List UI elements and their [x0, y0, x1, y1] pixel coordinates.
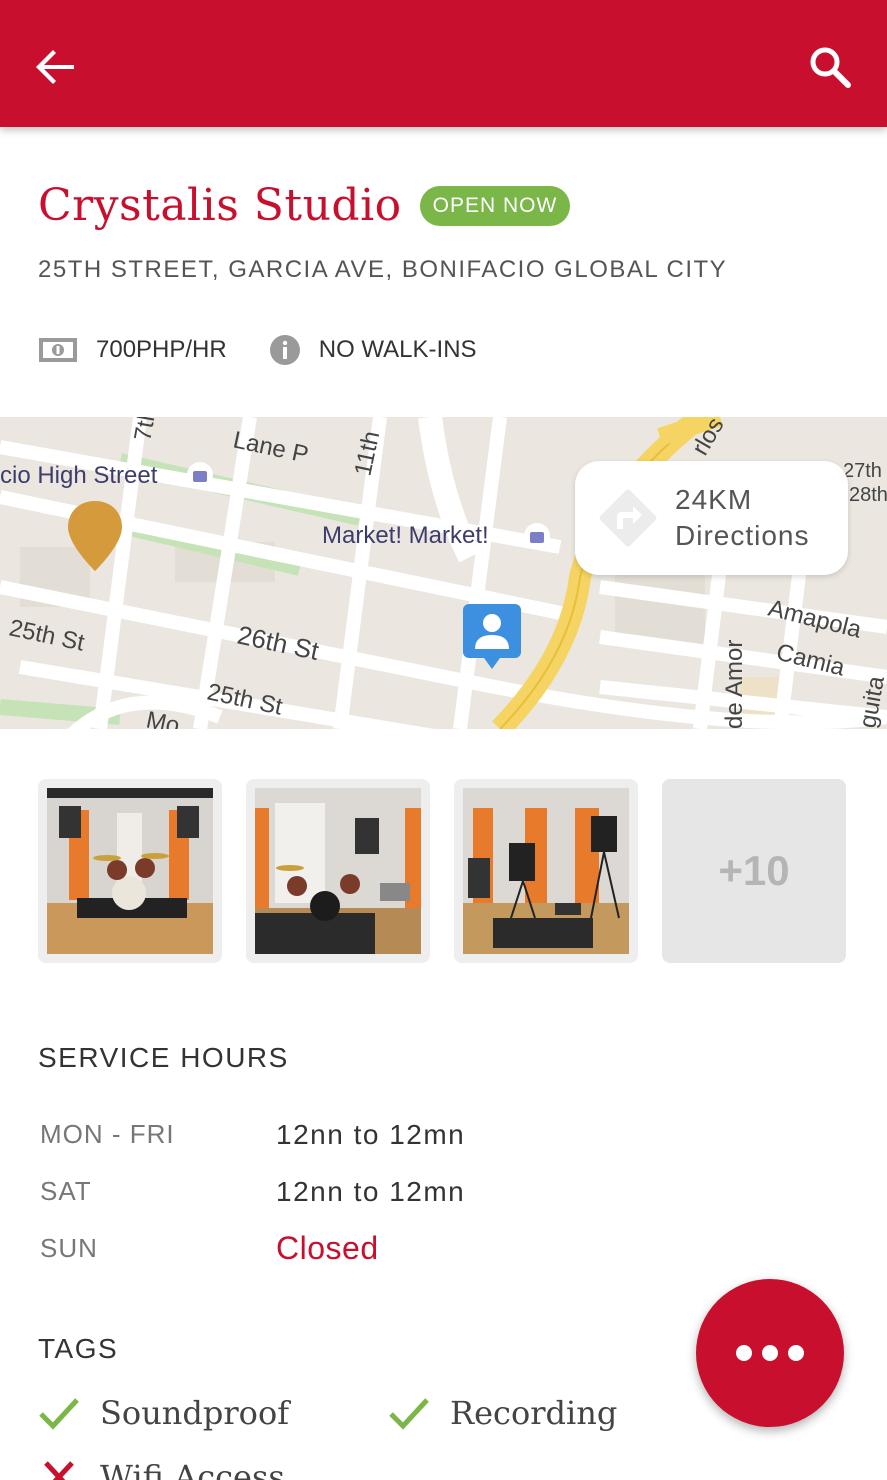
hours-row: MON - FRI 12nn to 12mn	[40, 1106, 465, 1163]
tag-label: Recording	[450, 1394, 618, 1432]
hours-row: SUN Closed	[40, 1220, 465, 1277]
info-icon	[269, 335, 300, 365]
directions-button[interactable]: 24KM Directions	[575, 461, 848, 575]
hours-time: 12nn to 12mn	[276, 1118, 466, 1150]
rate-text: 700PHP/HR	[96, 336, 227, 363]
tag-item: Recording	[388, 1394, 617, 1432]
service-hours-list: MON - FRI 12nn to 12mn SAT 12nn to 12mn …	[40, 1106, 465, 1277]
gallery-photo[interactable]	[38, 779, 222, 963]
hours-row: SAT 12nn to 12mn	[40, 1163, 465, 1220]
tag-item: Soundproof	[38, 1394, 289, 1432]
studio-photo	[463, 788, 629, 954]
svg-text:28th: 28th	[849, 484, 887, 506]
hours-day: SAT	[40, 1176, 92, 1206]
check-icon	[39, 1398, 79, 1430]
rate-info: 700PHP/HR	[38, 336, 227, 364]
directions-label: Directions	[675, 520, 810, 551]
service-hours-title: SERVICE HOURS	[38, 1042, 289, 1073]
tag-label: Soundproof	[100, 1394, 290, 1432]
title-row: Crystalis Studio OPEN NOW	[38, 180, 571, 231]
tags-title: TAGS	[38, 1333, 119, 1364]
studio-location-pin-icon	[68, 501, 122, 571]
directions-icon	[599, 489, 657, 547]
walkin-info: NO WALK-INS	[269, 334, 477, 366]
directions-distance: 24KM	[675, 484, 753, 515]
studio-photo	[255, 788, 421, 954]
user-location-icon	[463, 604, 521, 669]
more-horizontal-icon	[731, 1345, 809, 1361]
search-icon	[810, 47, 851, 88]
svg-text:de Amor: de Amor	[721, 640, 748, 729]
gallery-photo[interactable]	[454, 779, 638, 963]
directions-text: 24KM Directions	[675, 482, 809, 554]
photo-gallery: +10	[38, 779, 846, 963]
app-bar	[0, 0, 887, 127]
svg-text:cio High Street: cio High Street	[0, 462, 158, 489]
tag-label: Wifi Access	[100, 1458, 285, 1480]
studio-photo	[47, 788, 213, 954]
cross-icon	[44, 1461, 74, 1480]
hours-day: SUN	[40, 1233, 98, 1263]
tag-item: Wifi Access	[38, 1458, 285, 1480]
svg-text:27th: 27th	[843, 460, 882, 482]
hours-time: 12nn to 12mn	[276, 1175, 466, 1207]
check-icon	[389, 1398, 429, 1430]
studio-meta: 700PHP/HR NO WALK-INS	[38, 334, 519, 366]
search-button[interactable]	[802, 38, 858, 94]
studio-name: Crystalis Studio	[38, 180, 402, 231]
back-button[interactable]	[28, 40, 82, 94]
studio-address: 25TH STREET, GARCIA AVE, BONIFACIO GLOBA…	[38, 256, 728, 283]
hours-day: MON - FRI	[40, 1119, 175, 1149]
walkin-text: NO WALK-INS	[318, 336, 477, 363]
more-options-button[interactable]	[696, 1279, 844, 1427]
money-icon	[39, 338, 77, 362]
svg-text:Market! Market!: Market! Market!	[322, 522, 489, 549]
gallery-more-button[interactable]: +10	[662, 779, 846, 963]
open-status-badge: OPEN NOW	[419, 185, 571, 226]
hours-time-closed: Closed	[276, 1230, 379, 1266]
gallery-photo[interactable]	[246, 779, 430, 963]
arrow-left-icon	[36, 50, 74, 84]
